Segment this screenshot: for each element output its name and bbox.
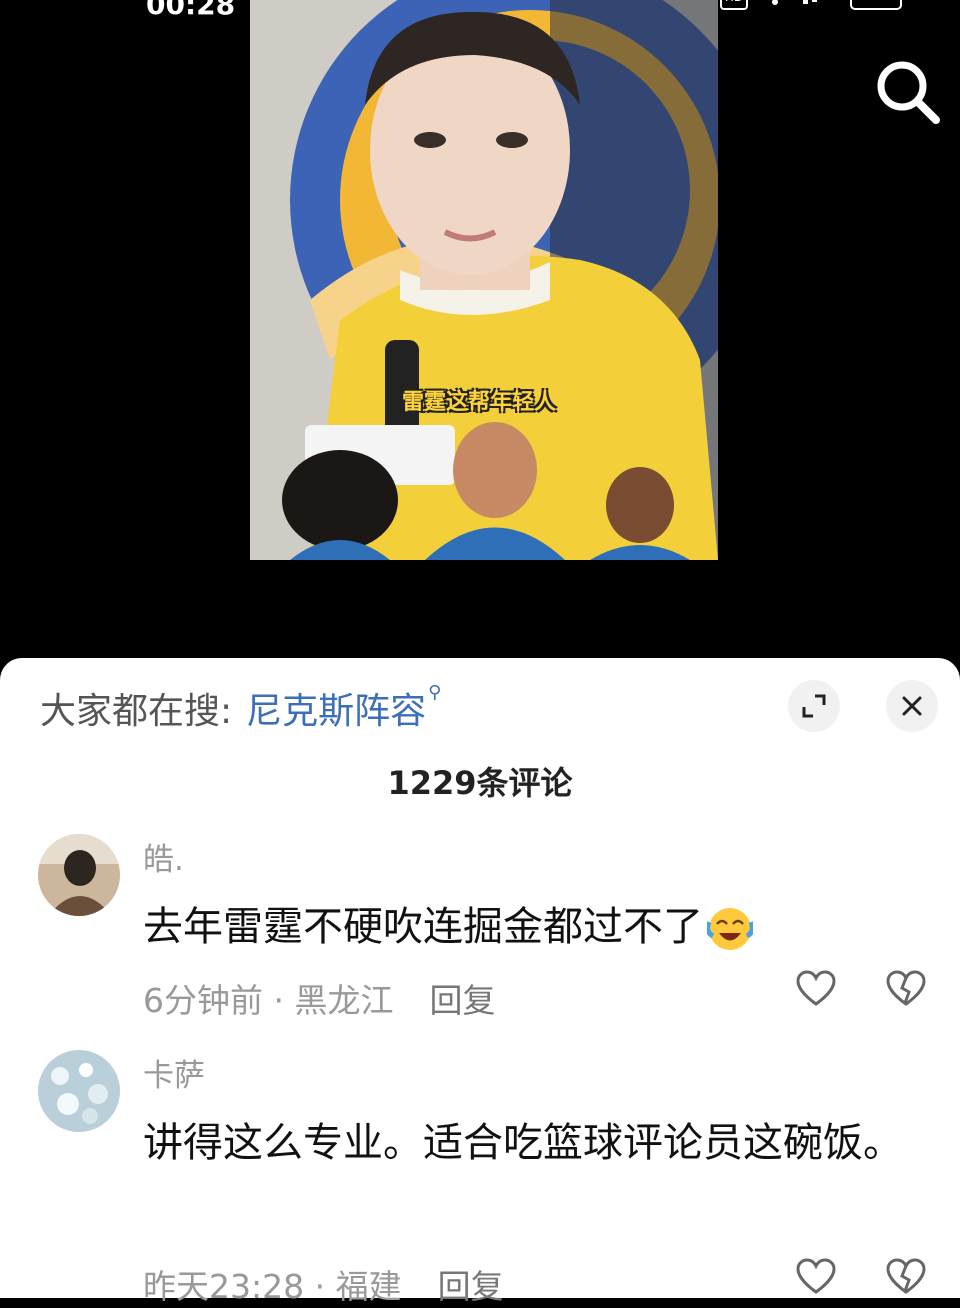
video-frame[interactable]: 雷霆这帮年轻人 bbox=[250, 0, 718, 560]
comment-text: 讲得这么专业。适合吃篮球评论员这碗饭。 bbox=[143, 1120, 903, 1166]
search-button[interactable] bbox=[872, 56, 942, 126]
video-scene bbox=[250, 0, 718, 560]
comment-count: 1229条评论 bbox=[387, 764, 573, 802]
trending-search-term: 尼克斯阵容 bbox=[246, 691, 427, 732]
trending-search-label: 大家都在搜: bbox=[40, 691, 233, 732]
small-search-icon: ⚲ bbox=[428, 682, 442, 703]
comment-location: 福建 bbox=[335, 1267, 402, 1306]
comment-text-body: 去年雷霆不硬吹连掘金都过不了 bbox=[143, 904, 703, 950]
like-icon[interactable] bbox=[796, 970, 836, 1008]
dislike-icon[interactable] bbox=[886, 1258, 926, 1296]
trending-search: 大家都在搜: 尼克斯阵容 ⚲ bbox=[40, 682, 441, 734]
close-button[interactable] bbox=[886, 680, 938, 732]
avatar[interactable] bbox=[38, 1050, 120, 1132]
battery-icon: 48 bbox=[850, 0, 902, 10]
status-time: 00:28 bbox=[146, 0, 236, 21]
video-subtitle: 雷霆这帮年轻人 bbox=[402, 390, 557, 415]
search-icon bbox=[877, 61, 940, 124]
avatar[interactable] bbox=[38, 834, 120, 916]
comment-time: 昨天23:28 bbox=[143, 1267, 305, 1306]
comment-time: 6分钟前 bbox=[143, 981, 263, 1020]
reply-button[interactable]: 回复 bbox=[429, 981, 495, 1020]
hd-icon: HD bbox=[720, 0, 748, 10]
avatar-image bbox=[38, 834, 120, 916]
comment-username[interactable]: 卡萨 bbox=[143, 1050, 205, 1095]
dislike-icon[interactable] bbox=[886, 970, 926, 1008]
avatar-image bbox=[38, 1050, 120, 1132]
comment-sheet: 大家都在搜: 尼克斯阵容⚲ 1229条评论 皓. 去年雷霆不硬吹连掘金都过不了 bbox=[0, 658, 960, 1306]
comment-username[interactable]: 皓. bbox=[143, 834, 184, 879]
like-icon[interactable] bbox=[796, 1258, 836, 1296]
expand-button[interactable] bbox=[788, 680, 840, 732]
laughing-crying-icon bbox=[707, 908, 753, 950]
comment-location: 黑龙江 bbox=[294, 981, 394, 1020]
status-icons: HD 48 bbox=[720, 0, 902, 10]
signal-icon bbox=[803, 0, 817, 4]
reply-button[interactable]: 回复 bbox=[438, 1267, 504, 1306]
comment-meta: 6分钟前 · 黑龙江 回复 bbox=[143, 981, 496, 1020]
trending-search-link[interactable]: 尼克斯阵容 ⚲ bbox=[246, 682, 441, 732]
expand-icon bbox=[802, 694, 826, 718]
comment-meta: 昨天23:28 · 福建 回复 bbox=[143, 1267, 504, 1306]
wifi-icon bbox=[772, 0, 778, 5]
comment-text: 去年雷霆不硬吹连掘金都过不了 bbox=[143, 896, 903, 958]
close-icon bbox=[902, 696, 922, 716]
